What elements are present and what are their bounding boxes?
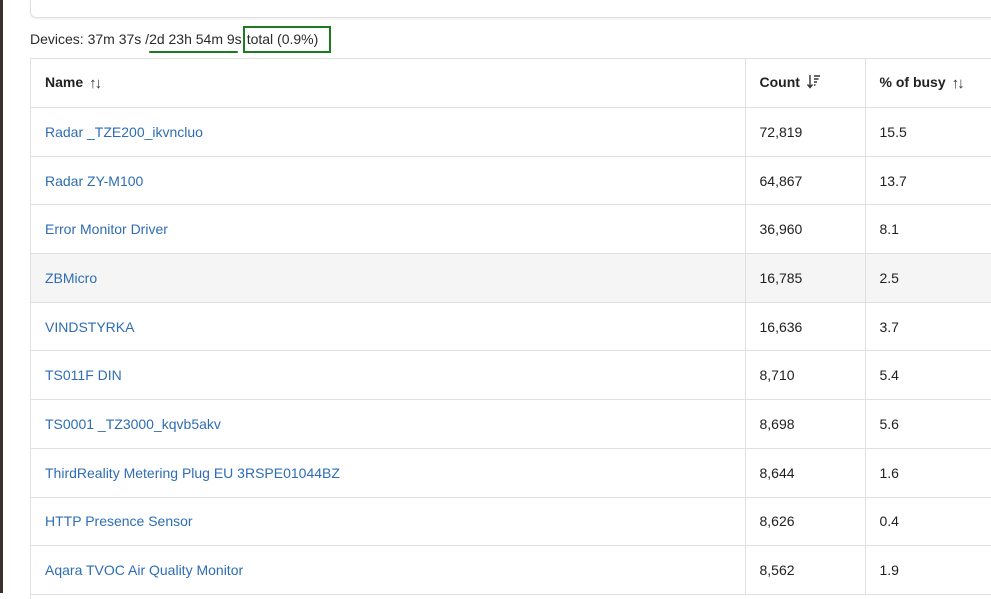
cell-busy: 0.4 <box>864 497 991 547</box>
cell-count: 8,644 <box>744 448 865 498</box>
cell-count: 64,867 <box>744 156 865 206</box>
devices-table: Name ↑↓ Count % of busy ↑↓ Radar _TZE200_i… <box>31 59 991 595</box>
table-row[interactable]: TS011F DIN 8,710 5.4 <box>31 350 991 401</box>
table-row[interactable]: Error Monitor Driver 36,960 8.1 <box>31 204 991 255</box>
summary-prefix: Devices: 37m 37s / <box>30 31 150 47</box>
cell-busy: 13.7 <box>864 156 991 206</box>
cell-name: HTTP Presence Sensor <box>31 497 745 547</box>
cell-name: VINDSTYRKA <box>31 302 745 352</box>
cell-count: 16,785 <box>744 253 865 303</box>
devices-summary: Devices: 37m 37s / 2d 23h 54m 9s total (… <box>30 24 332 54</box>
cell-busy: 5.6 <box>864 399 991 449</box>
cell-name: ZBMicro <box>31 253 745 303</box>
column-header-name[interactable]: Name ↑↓ <box>31 59 745 108</box>
table-row[interactable]: ThirdReality Metering Plug EU 3RSPE01044… <box>31 448 991 498</box>
cell-busy: 15.5 <box>864 107 991 157</box>
column-header-label: % of busy <box>879 74 946 90</box>
column-header-busy[interactable]: % of busy ↑↓ <box>864 59 991 108</box>
table-row[interactable]: Radar ZY-M100 64,867 13.7 <box>31 156 991 206</box>
cell-count: 8,626 <box>744 497 865 547</box>
device-link[interactable]: Error Monitor Driver <box>45 221 168 237</box>
table-row[interactable]: ZBMicro 16,785 2.5 <box>31 253 991 303</box>
cell-name: Radar ZY-M100 <box>31 156 745 206</box>
sort-arrows-icon[interactable]: ↑↓ <box>952 75 965 92</box>
device-link[interactable]: TS0001 _TZ3000_kqvb5akv <box>45 416 221 432</box>
cell-count: 36,960 <box>744 204 865 255</box>
column-header-label: Name <box>45 74 84 90</box>
device-link[interactable]: Aqara TVOC Air Quality Monitor <box>45 562 243 578</box>
left-rail <box>0 0 3 593</box>
cell-count: 16,636 <box>744 302 865 352</box>
device-link[interactable]: VINDSTYRKA <box>45 319 134 335</box>
device-link[interactable]: ZBMicro <box>45 270 97 286</box>
cell-count: 72,819 <box>744 107 865 157</box>
table-row[interactable]: Aqara TVOC Air Quality Monitor 8,562 1.9 <box>31 545 991 595</box>
cell-busy: 1.6 <box>864 448 991 498</box>
top-card <box>30 0 991 18</box>
cell-busy: 2.5 <box>864 253 991 303</box>
cell-count: 8,710 <box>744 350 865 401</box>
cell-name: Aqara TVOC Air Quality Monitor <box>31 545 745 595</box>
table-row[interactable]: Radar _TZE200_ikvncluo 72,819 15.5 <box>31 107 991 157</box>
device-link[interactable]: HTTP Presence Sensor <box>45 513 193 529</box>
cell-busy: 5.4 <box>864 350 991 401</box>
summary-uptime: 2d 23h 54m 9s <box>149 31 242 53</box>
device-link[interactable]: TS011F DIN <box>45 367 122 383</box>
cell-count: 8,698 <box>744 399 865 449</box>
devices-table-container: Name ↑↓ Count % of busy ↑↓ Radar _TZE200_i… <box>30 58 991 599</box>
cell-name: ThirdReality Metering Plug EU 3RSPE01044… <box>31 448 745 498</box>
table-header-row: Name ↑↓ Count % of busy ↑↓ <box>31 59 991 108</box>
table-row[interactable]: TS0001 _TZ3000_kqvb5akv 8,698 5.6 <box>31 399 991 449</box>
summary-total: total (0.9%) <box>242 25 332 53</box>
column-header-label: Count <box>759 74 800 90</box>
sort-descending-icon[interactable] <box>806 74 821 92</box>
column-header-count[interactable]: Count <box>744 59 865 108</box>
table-row[interactable]: HTTP Presence Sensor 8,626 0.4 <box>31 497 991 547</box>
device-link[interactable]: Radar ZY-M100 <box>45 173 143 189</box>
cell-busy: 8.1 <box>864 204 991 255</box>
cell-name: Radar _TZE200_ikvncluo <box>31 107 745 157</box>
cell-busy: 3.7 <box>864 302 991 352</box>
cell-name: TS0001 _TZ3000_kqvb5akv <box>31 399 745 449</box>
cell-busy: 1.9 <box>864 545 991 595</box>
table-row[interactable]: VINDSTYRKA 16,636 3.7 <box>31 302 991 352</box>
device-link[interactable]: Radar _TZE200_ikvncluo <box>45 124 203 140</box>
cell-name: Error Monitor Driver <box>31 204 745 255</box>
cell-count: 8,562 <box>744 545 865 595</box>
device-link[interactable]: ThirdReality Metering Plug EU 3RSPE01044… <box>45 465 340 481</box>
sort-arrows-icon[interactable]: ↑↓ <box>89 75 102 92</box>
cell-name: TS011F DIN <box>31 350 745 401</box>
